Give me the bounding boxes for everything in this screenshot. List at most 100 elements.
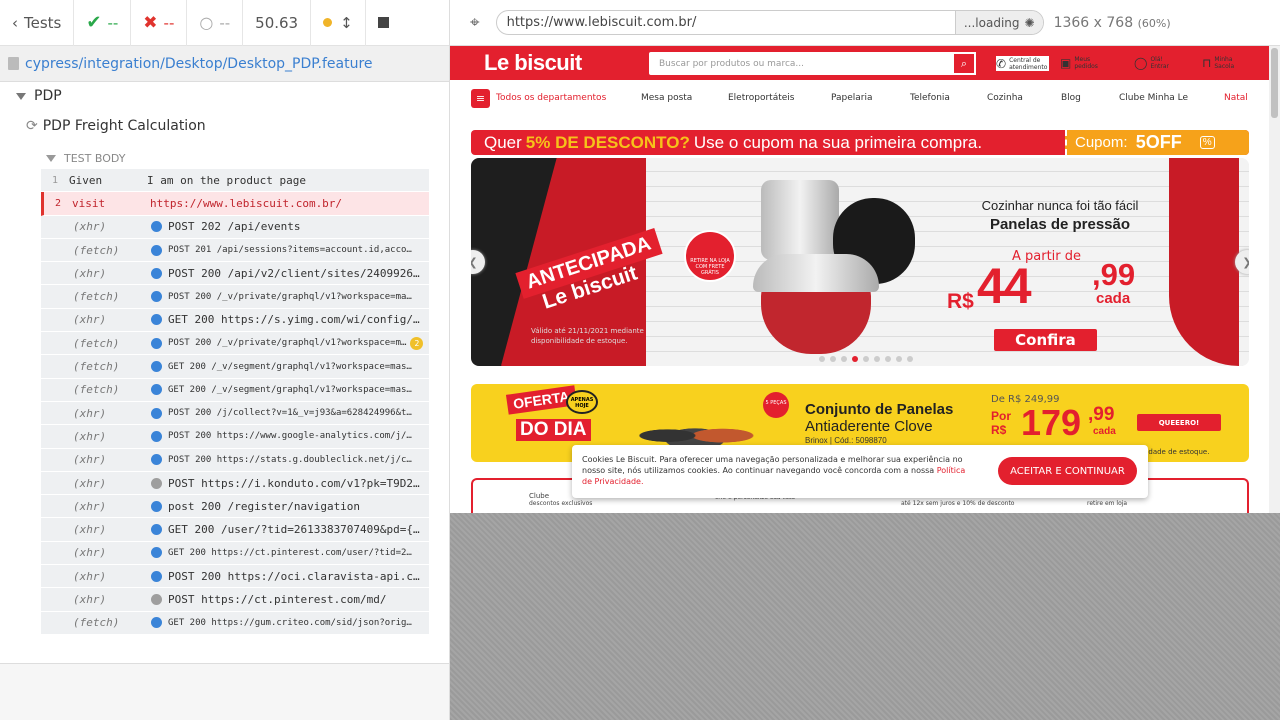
passed-count: ✔ -- [74,0,132,46]
command-row[interactable]: 2 visit https://www.lebiscuit.com.br/ [41,192,429,216]
support-link[interactable]: ✆ Central de atendimento [996,56,1050,71]
request-status-dot [151,570,162,582]
cookie-text: Cookies Le Biscuit. Para oferecer uma na… [582,454,967,487]
benefit-descontos: descontos exclusivos [529,500,593,507]
suite-title[interactable]: PDP [0,82,449,110]
command-row[interactable]: (xhr) POST 200 /api/v2/client/sites/24099… [41,262,429,286]
currency: R$ [947,290,974,313]
carousel-dots[interactable] [819,356,918,362]
chevron-left-icon: ‹ [12,13,18,32]
request-status-dot [151,291,162,303]
passed-value: -- [107,13,119,32]
command-row[interactable]: (xhr) POST 200 https://stats.g.doubleclic… [41,448,429,472]
nav-blog[interactable]: Blog [1061,93,1081,103]
command-message: https://www.lebiscuit.com.br/ [150,196,343,210]
nav-papelaria[interactable]: Papelaria [831,93,873,103]
nav-eletroportateis[interactable]: Eletroportáteis [728,93,794,103]
crosshair-icon[interactable]: ⌖ [470,13,480,33]
pieces-badge: 5 PEÇAS [763,392,789,418]
nav-clube[interactable]: Clube Minha Le [1119,93,1188,103]
command-name: (fetch) [73,383,120,397]
search-icon: ⌕ [960,56,968,70]
queero-button[interactable]: QUEEERO! [1137,414,1221,431]
command-row[interactable]: (fetch) GET 200 https://gum.criteo.com/si… [41,611,429,635]
command-row[interactable]: (xhr) POST https://ct.pinterest.com/md/ [41,588,429,612]
request-status-dot [151,314,162,326]
command-row[interactable]: (xhr) GET 200 https://s.yimg.com/wi/confi… [41,308,429,333]
command-message: post 200 /register/navigation [168,499,361,513]
command-row[interactable]: (xhr) post 200 /register/navigation [41,495,429,519]
nav-telefonia[interactable]: Telefonia [910,93,950,103]
account-label: Olá! Entrar [1150,56,1169,70]
user-icon: ◯ [1134,56,1148,70]
command-row[interactable]: (xhr) POST 200 https://oci.claravista-api… [41,565,429,589]
arrows-vertical-icon: ↕ [340,13,353,32]
request-status-dot [151,524,162,536]
command-row[interactable]: (fetch) POST 201 /api/sessions?items=acco… [41,238,429,263]
deal-price-cents: ,99 [1088,404,1115,425]
confira-button[interactable]: Confira [994,329,1097,351]
benefit-clube: Clube [529,492,550,500]
nav-natal[interactable]: Natal [1224,93,1248,103]
request-status-dot [151,500,162,512]
site-search-input[interactable]: Buscar por produtos ou marca... ⌕ [649,52,976,75]
url-field[interactable]: https://www.lebiscuit.com.br/ ...loading… [495,10,1044,35]
orders-link[interactable]: ▣ Meus pedidos [1060,56,1098,70]
banner-brick-wall [646,158,1249,366]
chevron-left-icon: ❮ [471,256,478,269]
site-scrollbar[interactable] [1269,46,1280,513]
request-status-dot [151,267,162,279]
command-message: POST 200 https://stats.g.doubleclick.net… [168,454,412,465]
duration: 50.63 [243,0,312,46]
command-row[interactable]: 1 Given I am on the product page [41,169,429,193]
command-name: (xhr) [73,592,107,606]
accept-cookies-button[interactable]: ACEITAR E CONTINUAR [998,457,1137,485]
command-row[interactable]: (xhr) POST 200 https://www.google-analyti… [41,425,429,449]
all-departments-button[interactable]: ≡ Todos os departamentos [471,88,606,108]
auto-scroll-toggle[interactable]: ↕ [311,0,366,46]
cart-label: Minha Sacola [1214,56,1235,70]
command-name: visit [72,196,106,210]
request-status-dot [151,407,162,419]
deal-title: Conjunto de Panelas Antiaderente Clove Bri… [805,401,953,445]
request-status-dot [151,384,162,396]
command-row[interactable]: (xhr) POST https://i.konduto.com/v1?pk=T9… [41,471,429,496]
command-row[interactable]: (fetch) GET 200 /_v/segment/graphql/v1?wo… [41,378,429,402]
site-logo[interactable]: Le biscuit [484,50,582,76]
command-row[interactable]: (xhr) POST 200 /j/collect?v=1&_v=j93&a=62… [41,401,429,426]
nav-cozinha[interactable]: Cozinha [987,93,1023,103]
spec-file-link[interactable]: cypress/integration/Desktop/Desktop_PDP.… [0,46,449,82]
command-row[interactable]: (xhr) GET 200 https://ct.pinterest.com/us… [41,541,429,566]
cart-link[interactable]: ⊓ Minha Sacola [1202,56,1234,70]
command-message: GET 200 /user/?tid=2613383707409&pd={… [168,523,420,537]
loading-text: ...loading [963,15,1020,30]
command-name: (xhr) [73,313,107,327]
coupon-banner[interactable]: Quer 5% DE DESCONTO? Use o cupom na sua … [471,130,1249,155]
test-title[interactable]: ⟳ PDP Freight Calculation [0,112,449,140]
command-row[interactable]: (xhr) GET 200 /user/?tid=2613383707409&pd… [41,518,429,542]
command-row[interactable]: (fetch) GET 200 /_v/segment/graphql/v1?wo… [41,355,429,379]
search-button[interactable]: ⌕ [952,52,976,75]
nav-mesa-posta[interactable]: Mesa posta [641,93,692,103]
store-pickup-badge: RETIRE NA LOJA COM FRETE GRÁTIS [684,230,736,282]
command-row[interactable]: (xhr) POST 202 /api/events [41,215,429,239]
pressure-cooker-image [761,180,839,260]
command-row[interactable]: (fetch) POST 200 /_v/private/graphql/v1?w… [41,285,429,309]
caret-down-icon [46,154,56,162]
command-name: (xhr) [73,453,107,467]
percent-tag-icon: % [1199,136,1215,149]
pickup-text: RETIRE NA LOJA COM FRETE GRÁTIS [690,258,730,276]
back-to-tests-button[interactable]: ‹ Tests [0,0,75,46]
request-status-dot [151,547,162,559]
hero-carousel[interactable]: ANTECIPADA Le biscuit Válido até 21/11/2… [471,158,1249,366]
command-name: (xhr) [73,523,107,537]
command-name: (xhr) [73,499,107,513]
test-body-toggle[interactable]: TEST BODY [0,144,449,172]
price-int: 44 [977,258,1032,314]
command-row[interactable]: (fetch) POST 200 /_v/private/graphql/v1?w… [41,332,429,356]
command-number: 2 [54,197,62,209]
back-label: Tests [24,13,62,32]
caret-down-icon [16,92,26,100]
account-link[interactable]: ◯ Olá! Entrar [1134,56,1172,70]
stop-button[interactable] [366,0,401,46]
